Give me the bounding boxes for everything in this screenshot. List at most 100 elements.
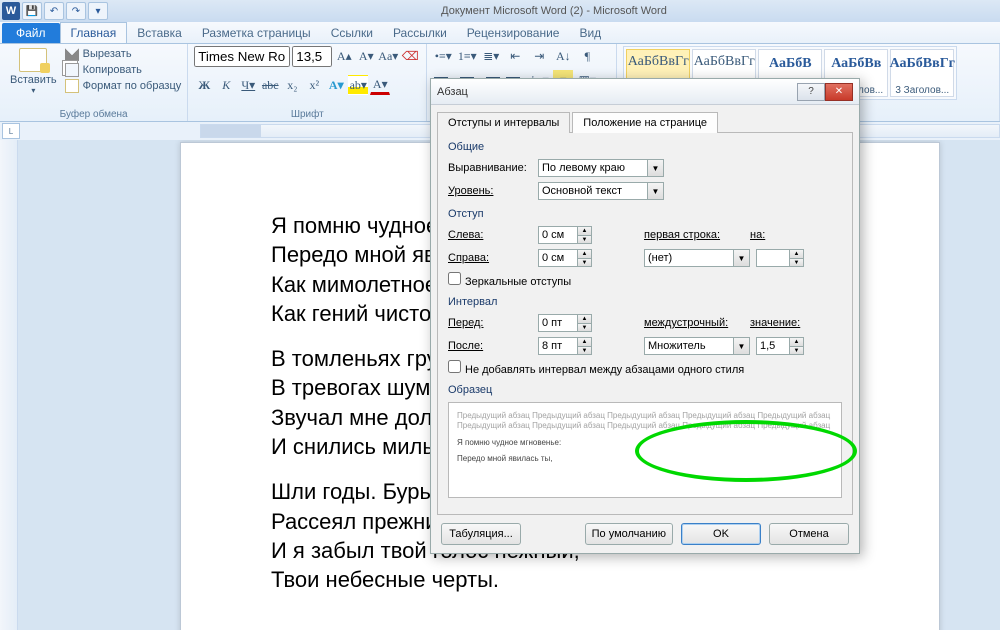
section-preview: Образец [448,384,842,396]
after-spin[interactable]: ▲▼ [538,337,592,355]
dont-add-space-checkbox[interactable]: Не добавлять интервал между абзацами одн… [448,360,744,376]
dialog-tab-position[interactable]: Положение на странице [572,112,718,133]
redo-icon[interactable]: ↷ [66,2,86,20]
file-tab[interactable]: Файл [2,23,60,43]
multilevel-icon[interactable]: ≣▾ [481,46,501,66]
shrink-font-icon[interactable]: A▾ [356,47,376,67]
group-clipboard: Вставить ▾ Вырезать Копировать Формат по… [0,44,188,121]
save-icon[interactable]: 💾 [22,2,42,20]
chevron-down-icon[interactable]: ▼ [578,258,592,267]
chevron-down-icon[interactable]: ▼ [578,323,592,332]
at-label: значение: [750,317,810,329]
dialog-tab-indents[interactable]: Отступы и интервалы [437,112,570,133]
chevron-up-icon[interactable]: ▲ [790,249,804,258]
qat-customize-icon[interactable]: ▾ [88,2,108,20]
change-case-icon[interactable]: Aa▾ [378,47,398,67]
quick-access-toolbar: W 💾 ↶ ↷ ▾ [0,2,108,20]
chevron-down-icon[interactable]: ▼ [648,182,664,200]
paste-button[interactable]: Вставить ▾ [6,46,61,97]
chevron-down-icon[interactable]: ▼ [734,249,750,267]
alignment-label: Выравнивание: [448,162,532,174]
section-spacing: Интервал [448,296,842,308]
alignment-select[interactable]: ▼ [538,159,664,177]
first-line-select[interactable]: ▼ [644,249,750,267]
help-icon[interactable]: ? [797,83,825,101]
copy-icon [65,63,79,77]
chevron-down-icon[interactable]: ▼ [734,337,750,355]
brush-icon [65,79,79,93]
doc-line: Твои небесные черты. [271,567,849,592]
highlight-icon[interactable]: ab▾ [348,75,368,95]
vertical-ruler[interactable] [0,140,18,630]
superscript-button[interactable]: x² [304,75,324,95]
tab-selector[interactable]: L [2,123,20,139]
line-spacing-at-spin[interactable]: ▲▼ [756,337,804,355]
outline-level-label: Уровень: [448,185,532,197]
chevron-down-icon[interactable]: ▼ [578,235,592,244]
before-label: Перед: [448,317,532,329]
clear-format-icon[interactable]: ⌫ [400,47,420,67]
chevron-down-icon[interactable]: ▼ [790,346,804,355]
text-effects-icon[interactable]: A▾ [326,75,346,95]
font-name-select[interactable] [194,46,290,67]
tab-insert[interactable]: Вставка [127,23,192,43]
outline-level-select[interactable]: ▼ [538,182,664,200]
italic-button[interactable]: К [216,75,236,95]
copy-button[interactable]: Копировать [65,62,182,78]
cancel-button[interactable]: Отмена [769,523,849,545]
first-line-by-spin[interactable]: ▲▼ [756,249,804,267]
default-button[interactable]: По умолчанию [585,523,673,545]
tab-mailings[interactable]: Рассылки [383,23,457,43]
chevron-up-icon[interactable]: ▲ [578,249,592,258]
word-app-icon[interactable]: W [2,2,20,20]
numbering-icon[interactable]: 1≡▾ [457,46,477,66]
mirror-indents-checkbox[interactable]: Зеркальные отступы [448,272,571,288]
ribbon-tabs: Файл Главная Вставка Разметка страницы С… [0,22,1000,44]
indent-left-spin[interactable]: ▲▼ [538,226,592,244]
chevron-up-icon[interactable]: ▲ [578,314,592,323]
chevron-down-icon[interactable]: ▼ [578,346,592,355]
chevron-up-icon[interactable]: ▲ [578,226,592,235]
indent-right-label: Справа: [448,252,532,264]
after-label: После: [448,340,532,352]
tabs-button[interactable]: Табуляция... [441,523,521,545]
style-heading3[interactable]: АаБбВвГг3 Заголов... [890,49,954,97]
section-general: Общие [448,141,842,153]
first-line-label: первая строка: [644,229,744,241]
pilcrow-icon[interactable]: ¶ [577,46,597,66]
font-size-select[interactable] [292,46,332,67]
chevron-up-icon[interactable]: ▲ [790,337,804,346]
chevron-down-icon[interactable]: ▼ [790,258,804,267]
cut-button[interactable]: Вырезать [65,46,182,62]
close-icon[interactable]: ✕ [825,83,853,101]
before-spin[interactable]: ▲▼ [538,314,592,332]
tab-view[interactable]: Вид [569,23,611,43]
strike-button[interactable]: abc [260,75,280,95]
tab-references[interactable]: Ссылки [321,23,383,43]
indent-right-spin[interactable]: ▲▼ [538,249,592,267]
font-color-icon[interactable]: A▾ [370,75,390,95]
section-indent: Отступ [448,208,842,220]
tab-home[interactable]: Главная [60,22,128,43]
undo-icon[interactable]: ↶ [44,2,64,20]
by-label: на: [750,229,776,241]
bold-button[interactable]: Ж [194,75,214,95]
outdent-icon[interactable]: ⇤ [505,46,525,66]
bullets-icon[interactable]: •≡▾ [433,46,453,66]
subscript-button[interactable]: x₂ [282,75,302,95]
title-bar: W 💾 ↶ ↷ ▾ Документ Microsoft Word (2) - … [0,0,1000,22]
sort-icon[interactable]: A↓ [553,46,573,66]
paste-label: Вставить [10,74,57,86]
dialog-title-bar[interactable]: Абзац ? ✕ [431,79,859,105]
chevron-up-icon[interactable]: ▲ [578,337,592,346]
tab-review[interactable]: Рецензирование [457,23,570,43]
indent-icon[interactable]: ⇥ [529,46,549,66]
line-spacing-label: междустрочный: [644,317,744,329]
format-painter-button[interactable]: Формат по образцу [65,78,182,94]
underline-button[interactable]: Ч▾ [238,75,258,95]
line-spacing-select[interactable]: ▼ [644,337,750,355]
ok-button[interactable]: OK [681,523,761,545]
grow-font-icon[interactable]: A▴ [334,47,354,67]
tab-layout[interactable]: Разметка страницы [192,23,321,43]
chevron-down-icon[interactable]: ▼ [648,159,664,177]
